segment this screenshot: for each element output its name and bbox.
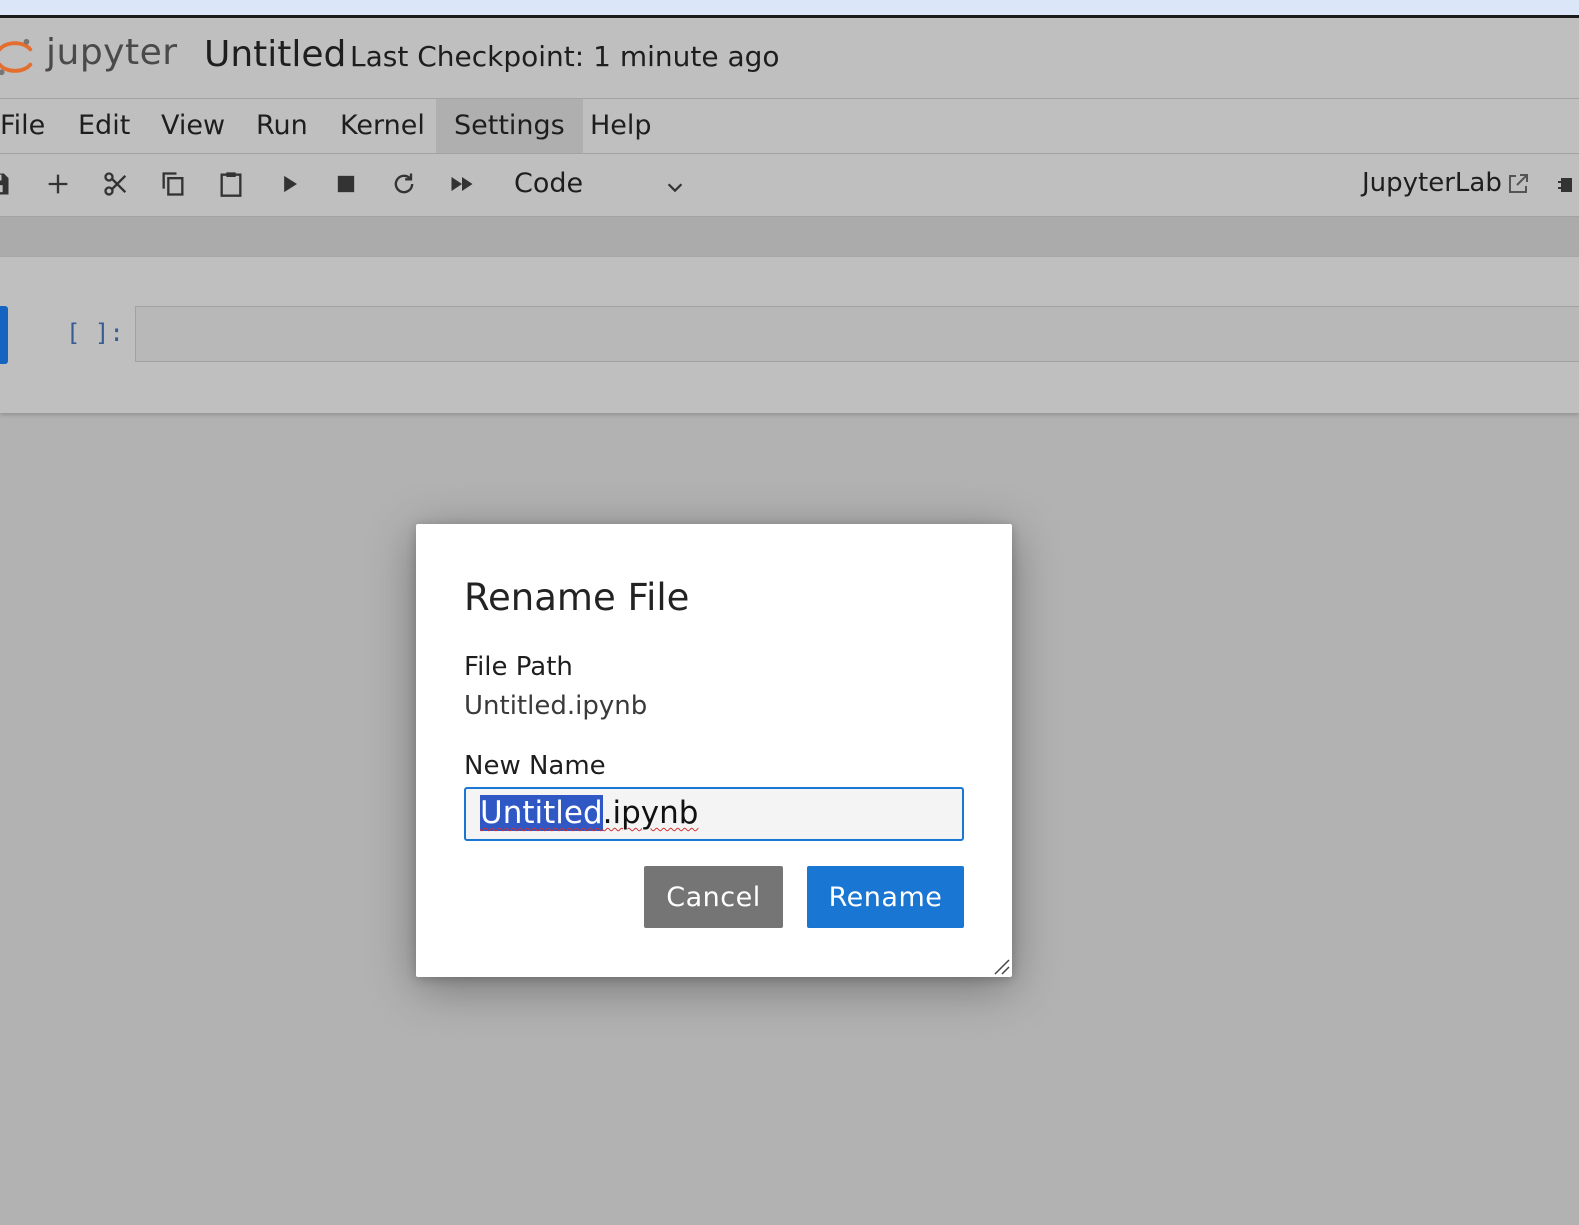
- notebook-title[interactable]: Untitled: [204, 34, 346, 75]
- stop-icon[interactable]: [328, 166, 364, 202]
- new-name-input-text: Untitled.ipynb: [480, 795, 698, 831]
- menu-bar: File Edit View Run Kernel Settings Help: [0, 99, 1579, 154]
- chevron-down-icon: [667, 183, 683, 193]
- menu-help[interactable]: Help: [572, 99, 670, 153]
- dialog-title: Rename File: [464, 576, 690, 619]
- notebook-top-gap: [0, 217, 1579, 257]
- cell-type-select[interactable]: Code: [500, 162, 700, 208]
- unselected-text: .ipynb: [602, 795, 699, 831]
- restart-icon[interactable]: [386, 166, 422, 202]
- selected-text: Untitled: [480, 795, 603, 831]
- new-name-label: New Name: [464, 751, 606, 781]
- cell-prompt: [ ]:: [66, 319, 124, 347]
- header: jupyter Untitled Last Checkpoint: 1 minu…: [0, 18, 1579, 99]
- scissors-icon[interactable]: [98, 166, 134, 202]
- new-name-input[interactable]: Untitled.ipynb: [464, 787, 964, 841]
- open-jupyterlab-link[interactable]: JupyterLab: [1362, 168, 1502, 198]
- menu-settings[interactable]: Settings: [436, 99, 583, 153]
- copy-icon[interactable]: [155, 166, 191, 202]
- code-cell-editor[interactable]: [135, 306, 1579, 362]
- plus-icon[interactable]: [40, 166, 76, 202]
- kernel-status-icon[interactable]: [1558, 174, 1572, 196]
- file-path-value: Untitled.ipynb: [464, 691, 648, 721]
- cell-type-label: Code: [514, 168, 584, 199]
- resize-grip-icon[interactable]: [992, 957, 1010, 975]
- menu-run[interactable]: Run: [238, 99, 326, 153]
- last-checkpoint: Last Checkpoint: 1 minute ago: [350, 40, 780, 73]
- save-icon[interactable]: [0, 166, 16, 202]
- active-cell-indicator: [0, 306, 8, 364]
- external-link-icon[interactable]: [1506, 172, 1530, 196]
- rename-file-dialog: Rename File File Path Untitled.ipynb New…: [416, 524, 1012, 977]
- menu-edit[interactable]: Edit: [60, 99, 148, 153]
- jupyter-logo-icon[interactable]: [0, 36, 36, 78]
- file-path-label: File Path: [464, 652, 573, 682]
- run-icon[interactable]: [272, 166, 308, 202]
- menu-kernel[interactable]: Kernel: [322, 99, 443, 153]
- jupyter-brand: jupyter: [46, 32, 178, 73]
- paste-icon[interactable]: [213, 166, 249, 202]
- notebook-panel: [ ]:: [0, 257, 1579, 413]
- menu-file[interactable]: File: [0, 99, 63, 153]
- cancel-button[interactable]: Cancel: [644, 866, 783, 928]
- browser-top-strip: [0, 0, 1579, 15]
- toolbar: Code JupyterLab: [0, 154, 1579, 217]
- rename-button[interactable]: Rename: [807, 866, 964, 928]
- fast-forward-icon[interactable]: [444, 166, 480, 202]
- menu-view[interactable]: View: [143, 99, 243, 153]
